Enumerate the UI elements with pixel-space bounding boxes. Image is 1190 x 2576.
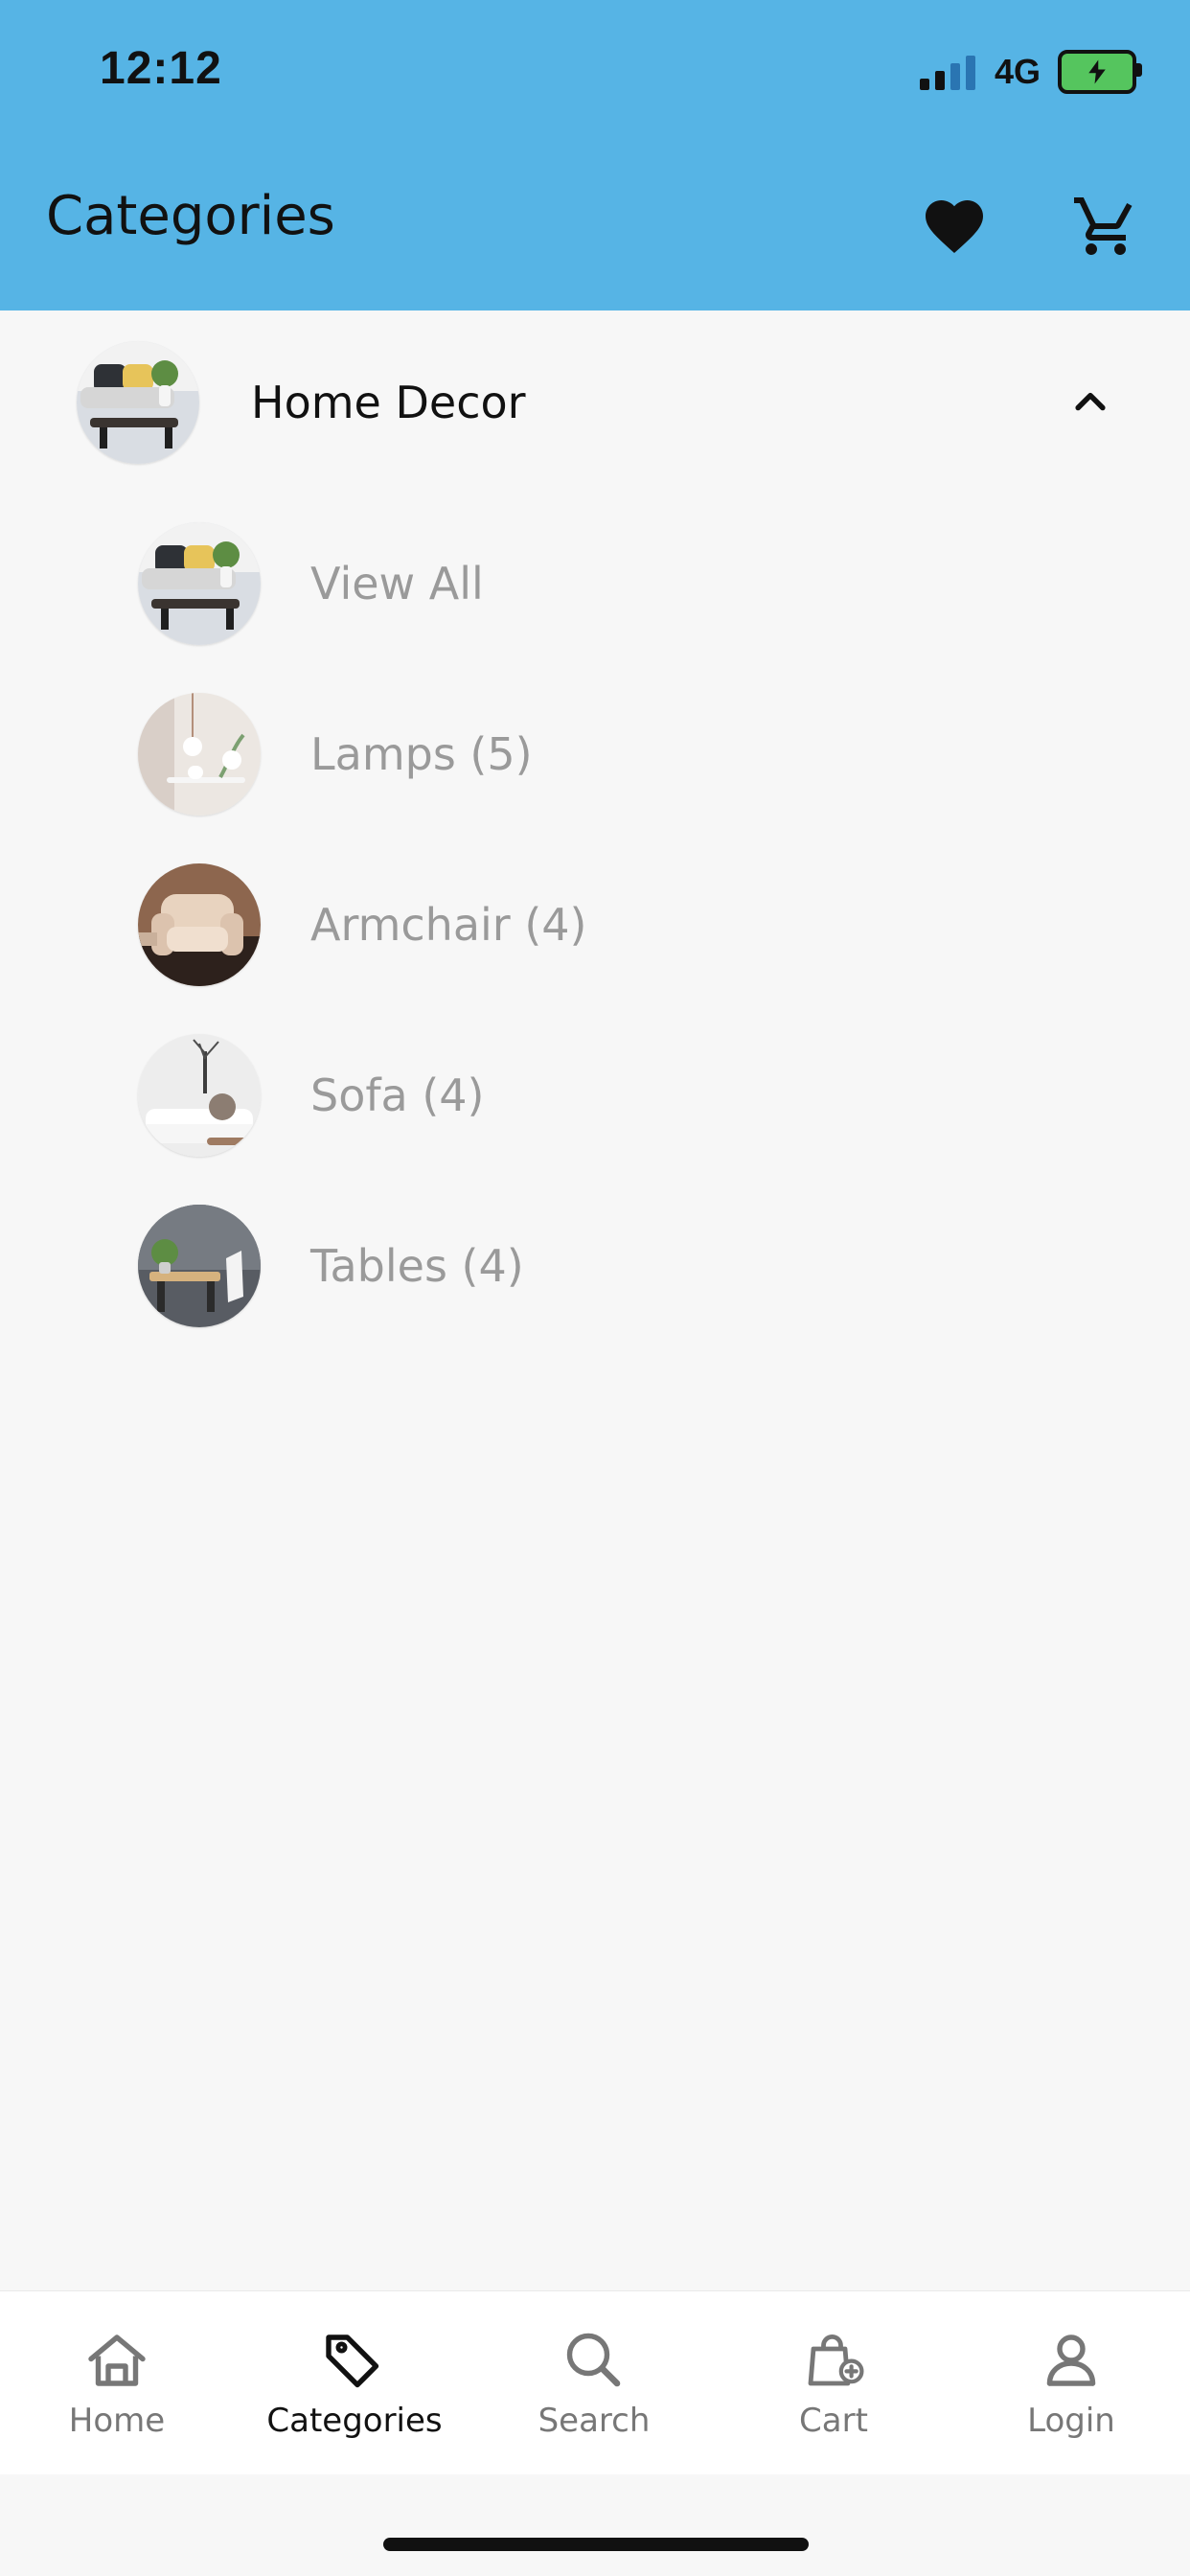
- nav-home[interactable]: Home: [31, 2324, 203, 2450]
- subcategory-label: Lamps (5): [310, 728, 533, 780]
- nav-login[interactable]: Login: [985, 2324, 1157, 2450]
- subcategory-label: Armchair (4): [310, 899, 587, 951]
- lamps-thumbnail: [138, 693, 261, 816]
- nav-cart-label: Cart: [799, 2402, 868, 2440]
- shopping-bag-plus-icon: [797, 2324, 870, 2397]
- favorites-button[interactable]: [916, 188, 993, 264]
- nav-home-label: Home: [68, 2402, 166, 2440]
- header-actions: [916, 188, 1144, 264]
- user-icon: [1035, 2324, 1108, 2397]
- expand-toggle[interactable]: [1064, 376, 1117, 429]
- cart-button[interactable]: [1067, 188, 1144, 264]
- nav-search[interactable]: Search: [508, 2324, 680, 2450]
- app-header: 12:12 4G Categories: [0, 0, 1190, 310]
- status-bar-right: 4G: [919, 50, 1142, 94]
- nav-cart[interactable]: Cart: [747, 2324, 920, 2450]
- subcategory-lamps[interactable]: Lamps (5): [0, 669, 1190, 840]
- heart-icon: [926, 200, 983, 254]
- nav-search-label: Search: [538, 2402, 651, 2440]
- category-list: Home Decor View All Lamps (5) Armchair (…: [0, 310, 1190, 2290]
- battery-charging-icon: [1058, 50, 1142, 94]
- category-home-decor[interactable]: Home Decor: [0, 310, 1190, 494]
- status-time: 12:12: [100, 43, 222, 94]
- signal-icon: [919, 54, 977, 90]
- subcategory-sofa[interactable]: Sofa (4): [0, 1010, 1190, 1181]
- armchair-thumbnail: [138, 863, 261, 986]
- search-icon: [558, 2324, 630, 2397]
- bottom-navigation: Home Categories Search Cart Login: [0, 2290, 1190, 2474]
- chevron-up-icon: [1075, 392, 1106, 411]
- subcategory-armchair[interactable]: Armchair (4): [0, 840, 1190, 1010]
- category-home-decor-label: Home Decor: [251, 377, 526, 428]
- view-all-thumbnail: [138, 522, 261, 645]
- network-label: 4G: [994, 52, 1041, 91]
- sofa-thumbnail: [138, 1034, 261, 1157]
- page-title: Categories: [46, 185, 335, 247]
- home-indicator-area: [0, 2474, 1190, 2576]
- subcategory-label: View All: [310, 558, 484, 610]
- tables-thumbnail: [138, 1205, 261, 1327]
- nav-categories-label: Categories: [266, 2402, 443, 2440]
- subcategory-tables[interactable]: Tables (4): [0, 1181, 1190, 1351]
- nav-categories[interactable]: Categories: [266, 2324, 443, 2450]
- home-icon: [80, 2324, 153, 2397]
- subcategory-label: Tables (4): [310, 1240, 524, 1292]
- shopping-cart-icon: [1074, 197, 1133, 255]
- home-indicator: [383, 2538, 809, 2551]
- home-decor-thumbnail: [77, 341, 199, 464]
- nav-login-label: Login: [1027, 2402, 1115, 2440]
- subcategory-view-all[interactable]: View All: [0, 498, 1190, 669]
- tag-icon: [318, 2324, 391, 2397]
- subcategory-label: Sofa (4): [310, 1070, 485, 1121]
